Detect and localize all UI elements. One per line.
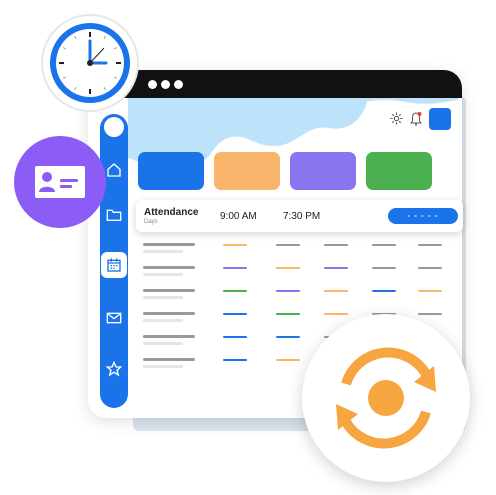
check-out-time: 7:30 PM bbox=[283, 211, 321, 222]
table-row-name bbox=[143, 243, 195, 246]
table-row-name bbox=[143, 335, 195, 338]
summary-card-purple[interactable] bbox=[290, 152, 356, 190]
summary-card-orange[interactable] bbox=[214, 152, 280, 190]
table-row-name bbox=[143, 289, 195, 292]
table-cell bbox=[223, 244, 247, 246]
id-card-icon bbox=[14, 136, 106, 228]
attendance-subtitle: Days bbox=[144, 219, 158, 225]
bell-icon[interactable] bbox=[410, 112, 422, 126]
gear-icon[interactable] bbox=[390, 112, 403, 125]
table-cell bbox=[276, 267, 300, 269]
table-row-name bbox=[143, 312, 195, 315]
profile-square-icon[interactable] bbox=[429, 108, 451, 130]
attendance-title: Attendance bbox=[144, 207, 199, 218]
table-cell bbox=[276, 313, 300, 315]
table-cell bbox=[276, 290, 300, 292]
table-cell bbox=[324, 244, 348, 246]
table-row-name bbox=[143, 358, 195, 361]
table-cell bbox=[324, 267, 348, 269]
table-cell bbox=[418, 267, 442, 269]
table-cell bbox=[372, 244, 396, 246]
table-cell bbox=[223, 336, 247, 338]
check-in-time: 9:00 AM bbox=[220, 211, 257, 222]
window-dot[interactable] bbox=[148, 80, 157, 89]
table-cell bbox=[372, 290, 396, 292]
table-row-detail bbox=[143, 319, 183, 322]
table-cell bbox=[223, 267, 247, 269]
table-cell bbox=[372, 267, 396, 269]
table-cell bbox=[223, 290, 247, 292]
calendar-icon[interactable] bbox=[101, 252, 127, 278]
attendance-button[interactable]: - - - - - bbox=[388, 208, 458, 224]
table-cell bbox=[324, 290, 348, 292]
table-row-detail bbox=[143, 273, 183, 276]
window-dot[interactable] bbox=[174, 80, 183, 89]
window-titlebar bbox=[88, 70, 462, 98]
summary-card-blue[interactable] bbox=[138, 152, 204, 190]
table-cell bbox=[418, 244, 442, 246]
clock-icon bbox=[41, 14, 139, 112]
table-row-detail bbox=[143, 250, 183, 253]
attendance-row[interactable]: Attendance Days 9:00 AM 7:30 PM - - - - … bbox=[136, 200, 463, 232]
table-cell bbox=[276, 359, 300, 361]
table-row-name bbox=[143, 266, 195, 269]
table-cell bbox=[223, 359, 247, 361]
table-cell bbox=[276, 336, 300, 338]
star-icon[interactable] bbox=[101, 356, 127, 382]
table-cell bbox=[418, 290, 442, 292]
window-dot[interactable] bbox=[161, 80, 170, 89]
table-cell bbox=[223, 313, 247, 315]
table-row-detail bbox=[143, 365, 183, 368]
table-cell bbox=[276, 244, 300, 246]
mail-icon[interactable] bbox=[101, 305, 127, 331]
table-row-detail bbox=[143, 296, 183, 299]
table-row-detail bbox=[143, 342, 183, 345]
sync-icon bbox=[302, 314, 470, 482]
summary-card-green[interactable] bbox=[366, 152, 432, 190]
avatar[interactable] bbox=[104, 117, 124, 137]
